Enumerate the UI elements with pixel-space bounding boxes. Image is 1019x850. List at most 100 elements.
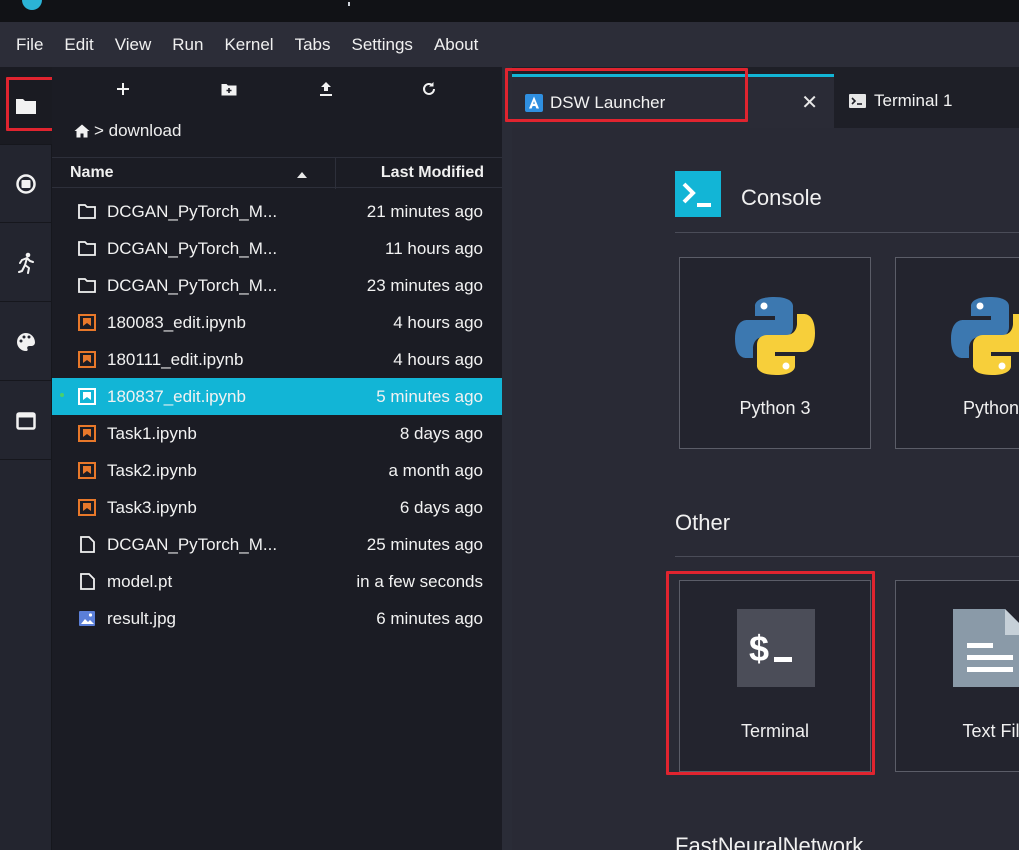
file-row-selected[interactable]: 180837_edit.ipynb 5 minutes ago [52, 378, 502, 415]
section-divider [675, 556, 1019, 557]
upload-icon [320, 82, 332, 96]
file-name: Task1.ipynb [107, 424, 197, 443]
menu-about[interactable]: About [434, 35, 478, 55]
file-row[interactable]: Task2.ipynb a month ago [52, 452, 502, 489]
main-tab-bar: DSW Launcher ✕ Terminal 1 [512, 67, 1019, 128]
running-sessions-tab[interactable] [0, 145, 52, 223]
new-folder-icon [221, 83, 237, 95]
left-sidebar [0, 67, 52, 850]
palette-icon [17, 332, 35, 351]
file-row[interactable]: result.jpg 6 minutes ago [52, 600, 502, 637]
launcher-card-terminal[interactable]: $ Terminal [679, 580, 871, 772]
file-icon [80, 573, 95, 590]
close-icon[interactable]: ✕ [801, 90, 818, 115]
title-fragment [348, 2, 350, 6]
file-row[interactable]: DCGAN_PyTorch_M... 25 minutes ago [52, 526, 502, 563]
file-modified: 5 minutes ago [376, 387, 483, 406]
file-row[interactable]: DCGAN_PyTorch_M... 21 minutes ago [52, 193, 502, 230]
menu-edit[interactable]: Edit [64, 35, 93, 55]
python-logo-icon [951, 297, 1019, 375]
file-row[interactable]: 180083_edit.ipynb 4 hours ago [52, 304, 502, 341]
terminal-tab-icon [849, 94, 866, 108]
file-browser-toolbar [52, 67, 502, 113]
file-name: 180111_edit.ipynb [107, 350, 244, 369]
file-row[interactable]: Task1.ipynb 8 days ago [52, 415, 502, 452]
home-icon[interactable] [74, 124, 90, 138]
file-modified: in a few seconds [356, 572, 483, 591]
file-name: DCGAN_PyTorch_M... [107, 535, 278, 554]
file-modified: 6 days ago [399, 498, 483, 517]
launcher-card-text-file[interactable]: Text Fil [895, 580, 1019, 772]
running-indicator-icon [60, 393, 64, 397]
menu-file[interactable]: File [16, 35, 43, 55]
new-launcher-button[interactable] [108, 77, 138, 101]
card-label: Python [962, 398, 1019, 418]
launcher-card-python[interactable]: Python [895, 257, 1019, 449]
file-row[interactable]: Task3.ipynb 6 days ago [52, 489, 502, 526]
notebook-icon [78, 351, 96, 368]
file-row[interactable]: DCGAN_PyTorch_M... 11 hours ago [52, 230, 502, 267]
open-tabs-tab[interactable] [0, 382, 52, 460]
breadcrumb: > download [74, 121, 181, 141]
menu-run[interactable]: Run [172, 35, 203, 55]
file-modified: 25 minutes ago [366, 535, 483, 554]
menu-settings[interactable]: Settings [352, 35, 413, 55]
notebook-icon [78, 462, 96, 479]
card-label: Text Fil [962, 721, 1019, 741]
new-folder-button[interactable] [214, 77, 244, 101]
file-modified: 8 days ago [399, 424, 483, 443]
refresh-button[interactable] [414, 77, 444, 101]
panel-splitter[interactable] [502, 67, 512, 850]
upload-button[interactable] [311, 77, 341, 101]
tab-label: DSW Launcher [550, 92, 666, 112]
notebook-icon [78, 425, 96, 442]
file-name: DCGAN_PyTorch_M... [107, 202, 278, 221]
sort-ascending-icon [297, 172, 307, 178]
file-icon [80, 536, 95, 553]
breadcrumb-path[interactable]: > download [94, 121, 181, 141]
file-modified: 6 minutes ago [376, 609, 483, 628]
file-name: result.jpg [107, 609, 176, 628]
file-list-header: Name Last Modified [52, 157, 502, 189]
notebook-icon [78, 314, 96, 331]
column-header-last-modified[interactable]: Last Modified [381, 164, 484, 182]
file-name: DCGAN_PyTorch_M... [107, 276, 278, 295]
file-modified: a month ago [388, 461, 483, 480]
file-modified: 21 minutes ago [366, 202, 483, 221]
launcher-card-python3[interactable]: Python 3 [679, 257, 871, 449]
menu-tabs[interactable]: Tabs [295, 35, 331, 55]
app-logo-icon [22, 0, 42, 10]
notebook-icon [78, 388, 96, 405]
file-browser-tab[interactable] [0, 67, 52, 145]
launcher-panel: Console Python 3 Python Other $ Terminal [512, 128, 1019, 850]
column-divider[interactable] [335, 158, 336, 189]
file-row[interactable]: DCGAN_PyTorch_M... 23 minutes ago [52, 267, 502, 304]
folder-outline-icon [78, 204, 96, 219]
plus-icon [117, 83, 129, 95]
menu-view[interactable]: View [115, 35, 152, 55]
menu-kernel[interactable]: Kernel [224, 35, 273, 55]
file-list: DCGAN_PyTorch_M... 21 minutes ago DCGAN_… [52, 193, 502, 637]
file-row[interactable]: model.pt in a few seconds [52, 563, 502, 600]
tab-label: Terminal 1 [874, 91, 953, 110]
console-section-icon [675, 171, 721, 217]
tab-dsw-launcher[interactable]: DSW Launcher ✕ [512, 74, 834, 128]
window-title-bar [0, 0, 1019, 22]
stop-circle-icon [16, 173, 36, 194]
text-file-icon [953, 609, 1019, 687]
running-icon [18, 252, 34, 274]
image-file-icon [79, 611, 95, 626]
terminal-icon: $ [737, 609, 815, 687]
tab-terminal-1[interactable]: Terminal 1 [834, 74, 1019, 128]
folder-outline-icon [78, 278, 96, 293]
column-header-name[interactable]: Name [70, 164, 114, 182]
file-row[interactable]: 180111_edit.ipynb 4 hours ago [52, 341, 502, 378]
theme-tab[interactable] [0, 303, 52, 381]
card-label: Python 3 [739, 398, 811, 418]
commands-tab[interactable] [0, 224, 52, 302]
file-name: Task2.ipynb [107, 461, 197, 480]
file-modified: 4 hours ago [393, 350, 483, 369]
file-name: Task3.ipynb [107, 498, 197, 517]
section-title-fastneuralnetwork: FastNeuralNetwork [675, 833, 864, 850]
file-modified: 11 hours ago [385, 239, 483, 258]
